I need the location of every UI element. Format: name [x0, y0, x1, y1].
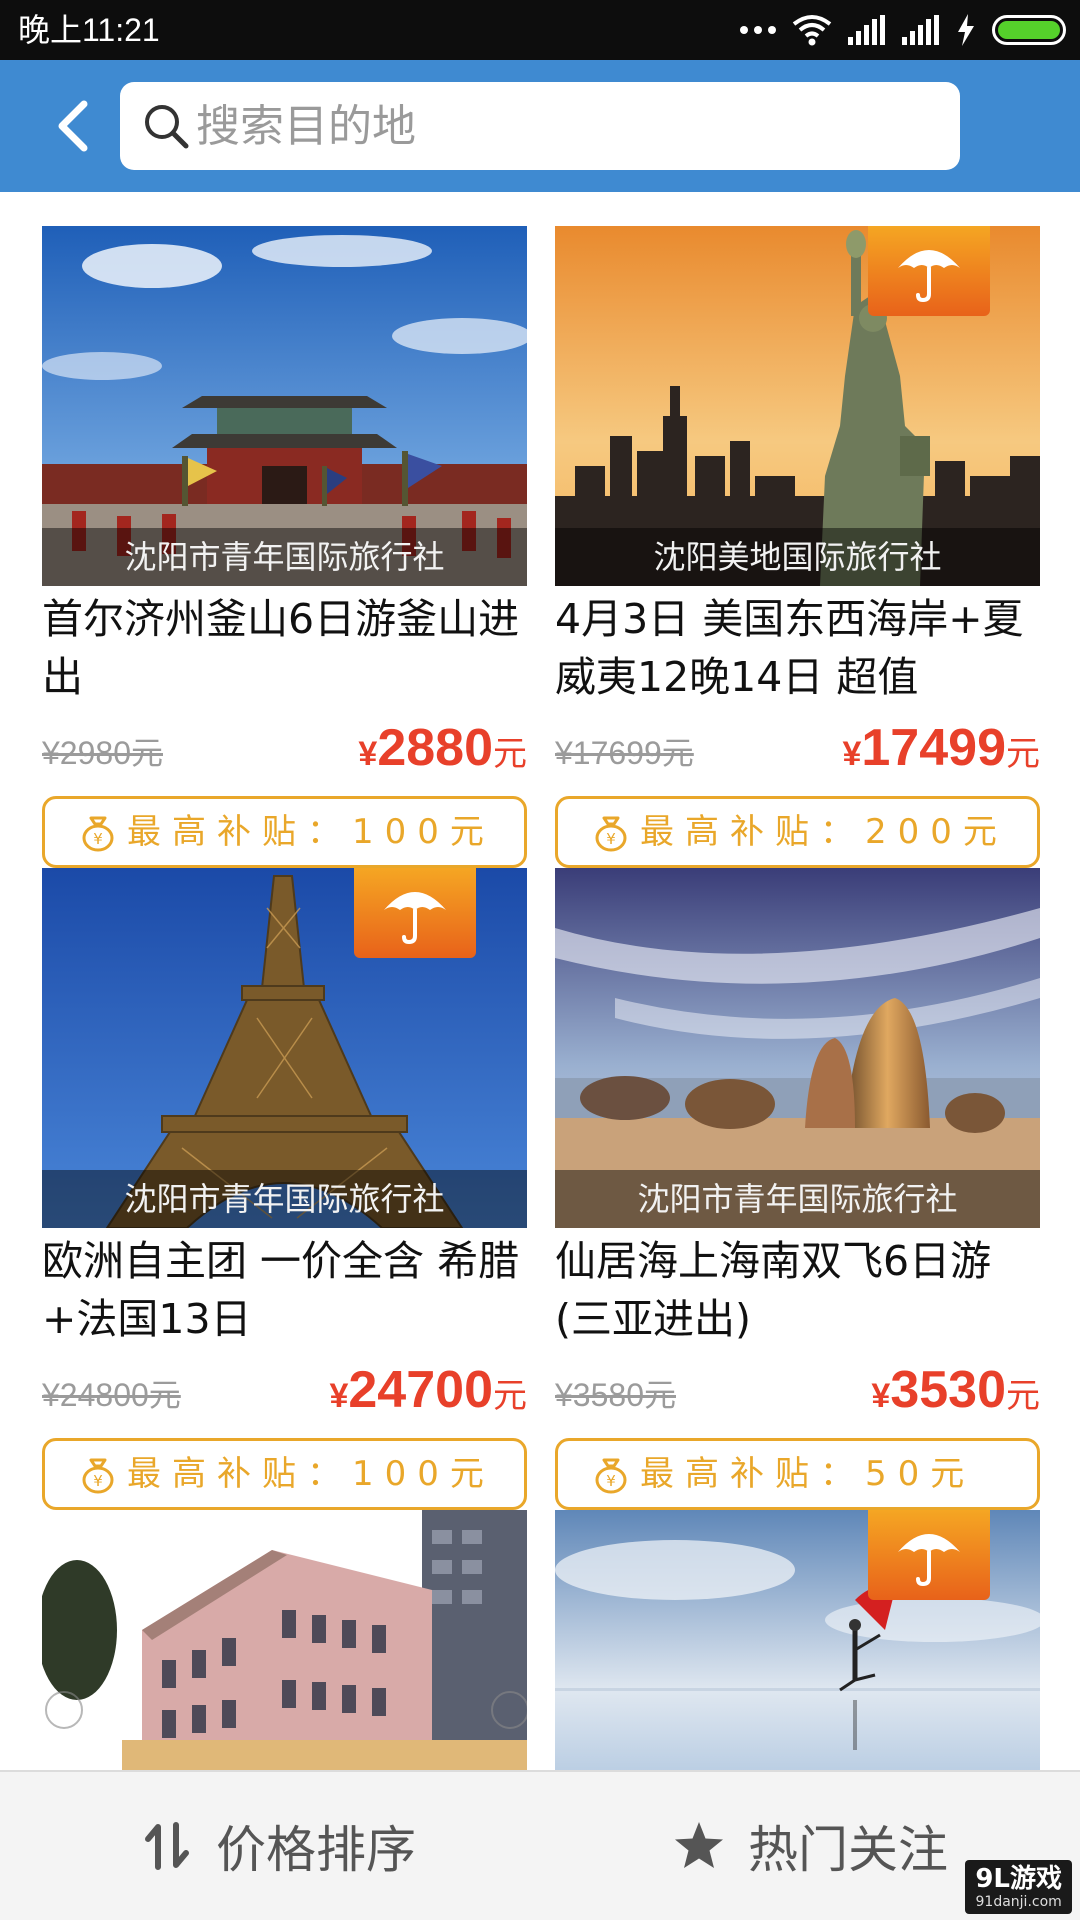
original-price: ¥2980元: [42, 735, 163, 771]
signal-icon: [848, 15, 885, 45]
original-price: ¥3580元: [555, 1377, 676, 1413]
insured-badge: [868, 226, 990, 316]
product-title[interactable]: 欧洲自主团 一价全含 希腊+法国13日: [42, 1232, 527, 1348]
product-image[interactable]: 沈阳市青年国际旅行社: [555, 868, 1040, 1228]
watermark-logo: 9L游戏 91danji.com: [965, 1860, 1072, 1914]
charging-bolt-icon: [958, 14, 974, 46]
app-screen: 晚上11:21 搜索目的地 沈阳市青年国际旅行社 首尔济州釜山6日游釜山进出 ¥…: [0, 0, 1080, 1920]
price-sort-label: 价格排序: [216, 1821, 416, 1879]
agency-label: 沈阳市青年国际旅行社: [42, 1170, 527, 1228]
money-bag-icon: ¥: [595, 816, 627, 852]
price-sort-button[interactable]: 价格排序: [140, 1772, 416, 1920]
price-row: ¥24800元 ¥24700元: [42, 1360, 527, 1420]
subsidy-text: 最高补贴：50元: [640, 1454, 976, 1494]
svg-text:¥: ¥: [93, 1472, 103, 1490]
product-image[interactable]: 沈阳市青年国际旅行社: [42, 868, 527, 1228]
hot-follow-button[interactable]: 热门关注: [672, 1772, 948, 1920]
original-price: ¥24800元: [42, 1377, 181, 1413]
money-bag-icon: ¥: [82, 816, 114, 852]
sale-price: ¥24700元: [329, 1361, 527, 1419]
signal-icon: [902, 15, 939, 45]
status-icons: [740, 12, 1066, 48]
product-card[interactable]: 沈阳市青年国际旅行社 首尔济州釜山6日游釜山进出 ¥2980元 ¥2880元 ¥…: [42, 226, 527, 868]
hot-follow-label: 热门关注: [748, 1821, 948, 1879]
more-dots-icon: [740, 26, 776, 34]
subsidy-button[interactable]: ¥ 最高补贴：200元: [555, 796, 1040, 868]
product-card[interactable]: 沈阳美地国际旅行社 4月3日 美国东西海岸+夏威夷12晚14日 超值 ¥1769…: [555, 226, 1040, 868]
svg-text:¥: ¥: [93, 830, 103, 848]
wifi-icon: [792, 15, 832, 46]
money-bag-icon: ¥: [595, 1458, 627, 1494]
agency-label: 沈阳市青年国际旅行社: [555, 1170, 1040, 1228]
bottom-action-bar: 价格排序 热门关注 9L游戏 91danji.com: [0, 1770, 1080, 1920]
agency-label: 沈阳市青年国际旅行社: [42, 528, 527, 586]
battery-icon: [992, 15, 1066, 45]
product-title[interactable]: 仙居海上海南双飞6日游(三亚进出): [555, 1232, 1040, 1348]
status-bar: 晚上11:21: [0, 0, 1080, 60]
subsidy-text: 最高补贴：100元: [127, 1454, 495, 1494]
svg-text:¥: ¥: [606, 830, 616, 848]
subsidy-button[interactable]: ¥ 最高补贴：100元: [42, 1438, 527, 1510]
price-row: ¥3580元 ¥3530元: [555, 1360, 1040, 1420]
svg-text:¥: ¥: [606, 1472, 616, 1490]
money-bag-icon: ¥: [82, 1458, 114, 1494]
search-box[interactable]: [120, 82, 960, 170]
product-image[interactable]: 沈阳市青年国际旅行社: [42, 226, 527, 586]
back-button[interactable]: [36, 88, 112, 164]
product-card[interactable]: 沈阳市青年国际旅行社 仙居海上海南双飞6日游(三亚进出) ¥3580元 ¥353…: [555, 868, 1040, 1510]
product-title[interactable]: 4月3日 美国东西海岸+夏威夷12晚14日 超值: [555, 590, 1040, 706]
sale-price: ¥3530元: [871, 1361, 1040, 1419]
header-bar: [0, 60, 1080, 192]
subsidy-text: 最高补贴：100元: [127, 812, 495, 852]
umbrella-icon: [898, 1534, 960, 1587]
insured-badge: [354, 868, 476, 958]
sale-price: ¥2880元: [358, 719, 527, 777]
subsidy-text: 最高补贴：200元: [640, 812, 1008, 852]
product-image[interactable]: 沈阳美地国际旅行社: [555, 226, 1040, 586]
subsidy-button[interactable]: ¥ 最高补贴：100元: [42, 796, 527, 868]
sort-arrows-icon: [145, 1822, 189, 1870]
original-price: ¥17699元: [555, 735, 694, 771]
star-icon: [675, 1822, 723, 1868]
price-row: ¥2980元 ¥2880元: [42, 718, 527, 778]
agency-label: 沈阳美地国际旅行社: [555, 528, 1040, 586]
umbrella-icon: [898, 250, 960, 303]
search-icon: [145, 105, 189, 149]
search-input[interactable]: [196, 82, 936, 170]
product-title[interactable]: 首尔济州釜山6日游釜山进出: [42, 590, 527, 706]
status-time: 晚上11:21: [18, 12, 160, 48]
insured-badge: [868, 1510, 990, 1600]
price-row: ¥17699元 ¥17499元: [555, 718, 1040, 778]
sale-price: ¥17499元: [842, 719, 1040, 777]
umbrella-icon: [384, 892, 446, 945]
product-card[interactable]: 沈阳市青年国际旅行社 欧洲自主团 一价全含 希腊+法国13日 ¥24800元 ¥…: [42, 868, 527, 1510]
subsidy-button[interactable]: ¥ 最高补贴：50元: [555, 1438, 1040, 1510]
